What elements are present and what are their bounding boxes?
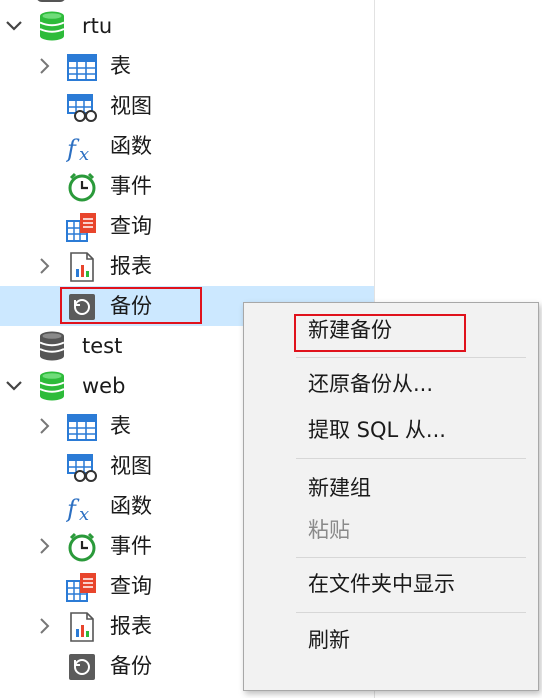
db-row-rtu[interactable]: rtu <box>0 6 374 46</box>
function-icon: f x <box>66 135 89 163</box>
svg-text:f: f <box>66 495 80 523</box>
menu-separator <box>296 612 526 613</box>
menu-item-paste: 粘贴 <box>308 518 350 542</box>
tree-item-rtu-reports[interactable]: 报表 <box>0 246 374 286</box>
tree-item-label: 报表 <box>110 614 152 638</box>
report-icon <box>70 612 94 642</box>
tree-item-label: 备份 <box>110 654 152 678</box>
chevron-right-icon[interactable] <box>34 535 54 557</box>
database-icon <box>39 11 65 41</box>
svg-text:f: f <box>66 135 80 163</box>
chevron-down-icon[interactable] <box>4 375 24 397</box>
db-label-web: web <box>82 374 126 398</box>
event-clock-icon <box>68 172 96 202</box>
chevron-right-icon[interactable] <box>34 615 54 637</box>
tree-item-label: 查询 <box>110 214 152 238</box>
view-icon <box>67 94 97 122</box>
chevron-right-icon[interactable] <box>34 55 54 77</box>
db-label-test: test <box>82 334 123 358</box>
tree-item-rtu-events[interactable]: 事件 <box>0 166 374 206</box>
svg-text:x: x <box>79 144 89 163</box>
tree-item-label: 视图 <box>110 94 152 118</box>
annotation-highlight-box <box>294 314 466 352</box>
svg-text:x: x <box>79 504 89 523</box>
chevron-right-icon[interactable] <box>34 255 54 277</box>
tree-item-label: 事件 <box>110 534 152 558</box>
tree-item-rtu-functions[interactable]: f x 函数 <box>0 126 374 166</box>
view-icon <box>67 454 97 482</box>
backup-icon <box>69 654 95 680</box>
database-icon <box>39 331 65 361</box>
annotation-highlight-box <box>60 287 202 324</box>
menu-separator <box>296 458 526 459</box>
menu-item-show-in-folder[interactable]: 在文件夹中显示 <box>308 571 455 597</box>
tree-item-label: 函数 <box>110 134 152 158</box>
tree-item-rtu-queries[interactable]: 查询 <box>0 206 374 246</box>
table-icon <box>67 414 97 441</box>
tree-item-label: 表 <box>110 414 131 438</box>
menu-item-refresh[interactable]: 刷新 <box>308 627 350 653</box>
tree-item-label: 视图 <box>110 454 152 478</box>
tree-item-label: 表 <box>110 54 131 78</box>
event-clock-icon <box>68 532 96 562</box>
function-icon: f x <box>66 495 89 523</box>
menu-item-extract-sql-from[interactable]: 提取 SQL 从... <box>308 417 446 443</box>
tree-item-rtu-views[interactable]: 视图 <box>0 86 374 126</box>
db-label-rtu: rtu <box>82 14 113 38</box>
tree-item-label: 报表 <box>110 254 152 278</box>
tree-item-label: 事件 <box>110 174 152 198</box>
table-icon <box>67 54 97 81</box>
chevron-right-icon[interactable] <box>34 415 54 437</box>
query-icon <box>66 573 96 602</box>
menu-separator <box>296 557 526 558</box>
query-icon <box>66 213 96 242</box>
chevron-down-icon[interactable] <box>4 15 24 37</box>
context-menu: 新建备份 还原备份从... 提取 SQL 从... 新建组 粘贴 在文件夹中显示… <box>243 302 539 691</box>
menu-item-new-group[interactable]: 新建组 <box>308 475 371 501</box>
menu-item-restore-backup-from[interactable]: 还原备份从... <box>308 371 433 397</box>
menu-separator <box>296 357 526 358</box>
tree-item-label: 查询 <box>110 574 152 598</box>
report-icon <box>70 252 94 282</box>
database-icon <box>39 371 65 401</box>
tree-item-label: 函数 <box>110 494 152 518</box>
tree-item-rtu-tables[interactable]: 表 <box>0 46 374 86</box>
